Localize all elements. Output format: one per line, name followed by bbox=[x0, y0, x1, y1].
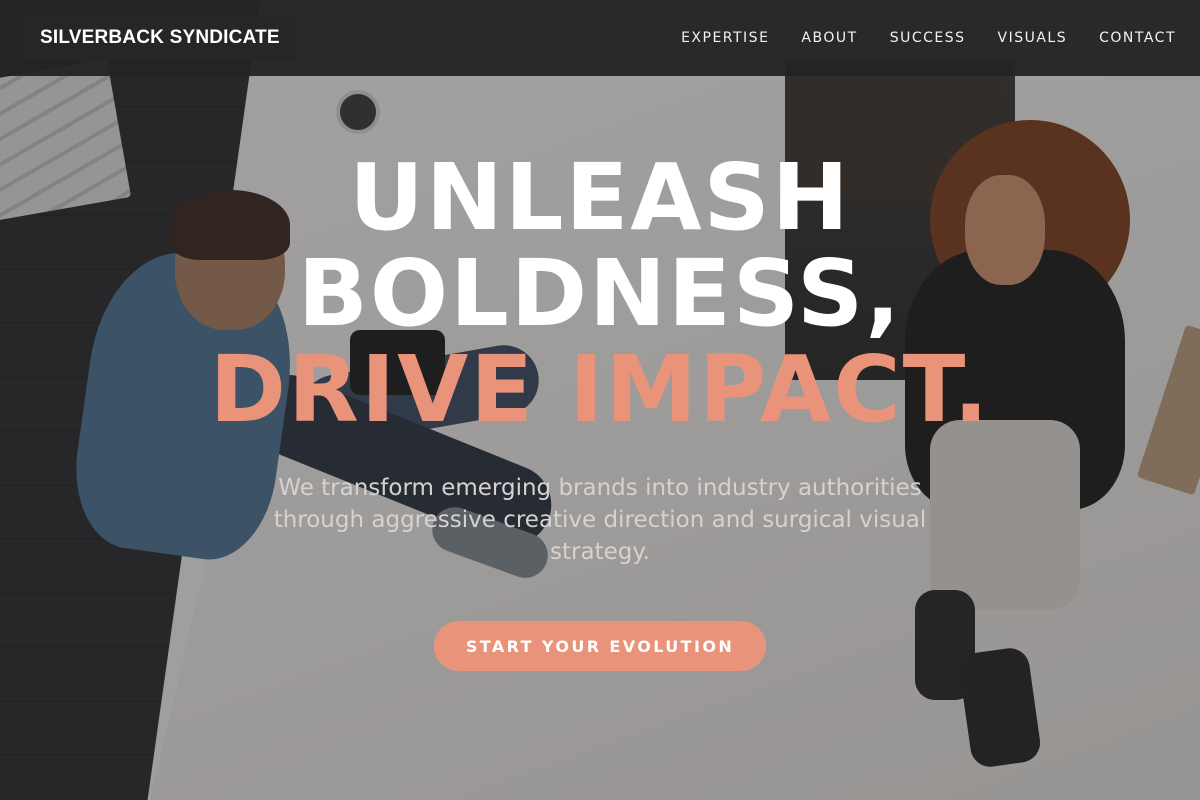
brand-logo[interactable]: SILVERBACK SYNDICATE bbox=[24, 15, 296, 61]
headline-line-2: BOLDNESS, bbox=[297, 240, 903, 347]
nav-link-expertise[interactable]: EXPERTISE bbox=[681, 30, 769, 46]
headline-line-3-accent: DRIVE IMPACT. bbox=[209, 336, 991, 443]
nav-link-success[interactable]: SUCCESS bbox=[890, 30, 966, 46]
nav-link-visuals[interactable]: VISUALS bbox=[998, 30, 1068, 46]
nav-link-about[interactable]: ABOUT bbox=[801, 30, 857, 46]
headline-line-1: UNLEASH bbox=[349, 144, 851, 251]
nav-link-contact[interactable]: CONTACT bbox=[1099, 30, 1176, 46]
top-navbar: SILVERBACK SYNDICATE EXPERTISE ABOUT SUC… bbox=[0, 0, 1200, 76]
nav-links: EXPERTISE ABOUT SUCCESS VISUALS CONTACT bbox=[681, 30, 1176, 46]
hero-subtext: We transform emerging brands into indust… bbox=[273, 475, 927, 565]
hero-headline: UNLEASH BOLDNESS, DRIVE IMPACT. bbox=[210, 150, 991, 438]
start-evolution-button[interactable]: START YOUR EVOLUTION bbox=[434, 621, 766, 671]
hero-section: UNLEASH BOLDNESS, DRIVE IMPACT. We trans… bbox=[0, 150, 1200, 671]
